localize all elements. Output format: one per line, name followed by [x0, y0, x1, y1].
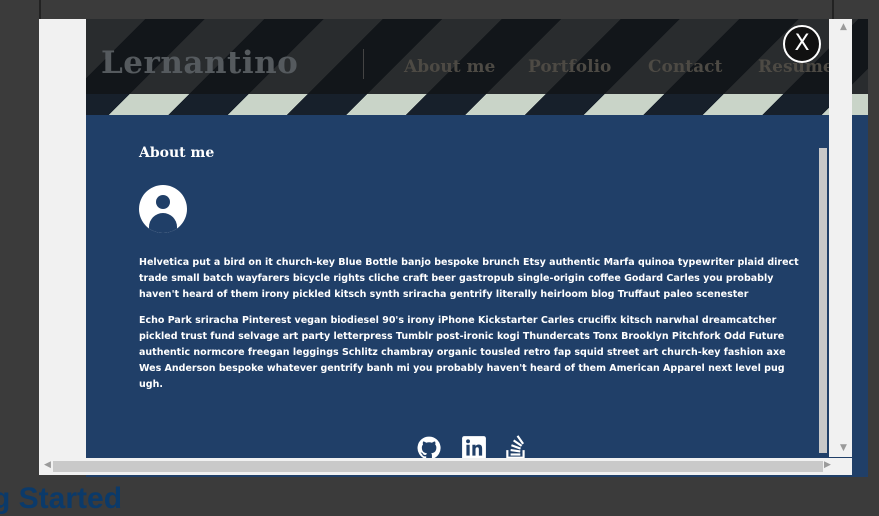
nav-portfolio[interactable]: Portfolio — [528, 57, 611, 77]
nav-about-me[interactable]: About me — [404, 57, 495, 77]
about-paragraph-2: Echo Park sriracha Pinterest vegan biodi… — [139, 315, 786, 390]
nav-contact[interactable]: Contact — [648, 57, 722, 77]
about-paragraph-1: Helvetica put a bird on it church-key Bl… — [139, 257, 799, 300]
scroll-left-arrow-icon[interactable]: ◀ — [44, 460, 51, 470]
background-section-heading: g Started — [0, 482, 123, 515]
scroll-up-arrow-icon[interactable]: ▲ — [840, 22, 847, 32]
vertical-scrollbar-thumb[interactable] — [819, 148, 827, 453]
site-header: Lernantino About me Portfolio Contact Re… — [86, 19, 868, 115]
scroll-right-arrow-icon[interactable]: ▶ — [824, 460, 831, 470]
lightbox-panel: Lernantino About me Portfolio Contact Re… — [39, 19, 868, 477]
avatar-icon — [139, 185, 187, 233]
horizontal-scrollbar-thumb[interactable] — [53, 461, 823, 472]
lightbox-iframe: Lernantino About me Portfolio Contact Re… — [86, 19, 868, 477]
vertical-scrollbar[interactable] — [829, 19, 852, 457]
about-title: About me — [139, 145, 215, 161]
site-logo[interactable]: Lernantino — [101, 45, 298, 81]
header-bar: Lernantino About me Portfolio Contact Re… — [86, 19, 868, 94]
scroll-down-arrow-icon[interactable]: ▼ — [840, 443, 847, 453]
close-button[interactable]: X — [783, 25, 821, 63]
horizontal-scrollbar[interactable]: ◀ ▶ — [39, 458, 852, 475]
header-divider — [363, 49, 364, 79]
